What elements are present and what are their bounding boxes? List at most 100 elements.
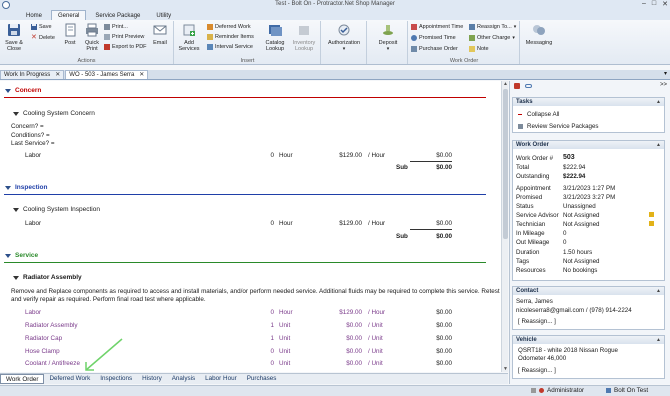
vehicle-header[interactable]: Vehicle ▲ xyxy=(513,336,664,344)
collapse-icon[interactable] xyxy=(5,88,11,93)
collapse-icon[interactable]: ▲ xyxy=(656,287,661,295)
collapse-icon[interactable] xyxy=(13,111,19,116)
deferred-work-button[interactable]: Deferred Work xyxy=(207,24,251,30)
concern-section-header[interactable]: Concern xyxy=(5,87,41,94)
link-icon[interactable] xyxy=(525,84,532,88)
reminder-icon xyxy=(207,34,213,40)
doc-tab-work-order[interactable]: WO - 503 - James Serra ✕ xyxy=(65,70,149,80)
scroll-down-icon[interactable]: ▼ xyxy=(503,366,508,372)
expand-panel-icon[interactable]: >> xyxy=(660,82,667,88)
service-line-name[interactable]: Labor xyxy=(25,309,41,316)
appointment-value[interactable]: 3/21/2023 1:27 PM xyxy=(563,185,615,192)
contact-reassign-link[interactable]: [ Reassign... ] xyxy=(518,318,556,325)
tab-list-dropdown-icon[interactable]: ▾ xyxy=(664,70,667,77)
flag-icon[interactable] xyxy=(649,221,654,226)
service-line-name[interactable]: Radiator Assembly xyxy=(25,322,78,329)
quick-print-button[interactable]: Quick Print xyxy=(81,23,103,52)
minimize-icon[interactable]: – xyxy=(642,0,646,8)
collapse-icon[interactable] xyxy=(5,253,11,258)
total-label: Total xyxy=(516,164,530,171)
tab-general[interactable]: General xyxy=(51,10,87,20)
status-value[interactable]: Unassigned xyxy=(563,203,596,210)
collapse-icon[interactable] xyxy=(13,207,19,212)
appointment-time-button[interactable]: Appointment Time xyxy=(411,24,463,30)
reminder-items-button[interactable]: Reminder Items xyxy=(207,34,254,40)
work-order-info-header[interactable]: Work Order ▲ xyxy=(513,141,664,149)
authorization-button[interactable]: Authorization ▾ xyxy=(325,23,363,52)
out-mileage-value[interactable]: 0 xyxy=(563,239,566,246)
collapse-icon[interactable]: ▲ xyxy=(656,336,661,344)
deposit-button[interactable]: Deposit ▾ xyxy=(375,23,401,52)
email-button[interactable]: Email xyxy=(149,23,171,46)
interval-service-button[interactable]: Interval Service xyxy=(207,44,253,50)
subtotal-rule xyxy=(410,161,452,162)
tab-home[interactable]: Home xyxy=(19,10,49,20)
vehicle-reassign-link[interactable]: [ Reassign... ] xyxy=(518,367,556,374)
tab-history[interactable]: History xyxy=(137,374,167,384)
resources-value[interactable]: No bookings xyxy=(563,267,597,274)
add-services-button[interactable]: Add Services xyxy=(178,23,200,52)
collapse-icon[interactable] xyxy=(13,275,19,280)
concern-sub-header[interactable]: Cooling System Concern xyxy=(13,110,95,117)
tab-labor-hour[interactable]: Labor Hour xyxy=(200,374,242,384)
lock-icon[interactable] xyxy=(514,83,520,89)
labor-line-qty: 0 xyxy=(270,220,274,227)
close-tab-icon[interactable]: ✕ xyxy=(55,71,60,80)
tab-purchases[interactable]: Purchases xyxy=(242,374,282,384)
promised-value[interactable]: 3/21/2023 3:27 PM xyxy=(563,194,615,201)
scroll-thumb[interactable] xyxy=(503,89,508,239)
service-line-unit: Unit xyxy=(279,360,291,367)
service-line-name[interactable]: Hose Clamp xyxy=(25,348,60,355)
scroll-up-icon[interactable]: ▲ xyxy=(503,81,508,87)
status-user[interactable]: Administrator xyxy=(531,387,584,394)
inspection-sub-header[interactable]: Cooling System Inspection xyxy=(13,206,100,213)
inspection-section-header[interactable]: Inspection xyxy=(5,184,48,191)
promised-time-button[interactable]: Promised Time xyxy=(411,35,456,41)
service-section-header[interactable]: Service xyxy=(5,252,38,259)
tab-deferred-work[interactable]: Deferred Work xyxy=(44,374,95,384)
close-icon[interactable]: ✕ xyxy=(662,0,668,8)
catalog-lookup-button[interactable]: Catalog Lookup xyxy=(263,23,287,52)
save-close-button[interactable]: Save & Close xyxy=(3,23,25,52)
purchase-order-button[interactable]: Purchase Order xyxy=(411,46,458,52)
tab-inspections[interactable]: Inspections xyxy=(95,374,137,384)
service-line-name[interactable]: Coolant / Antifreeze xyxy=(25,360,80,367)
maximize-icon[interactable]: □ xyxy=(652,0,656,8)
export-pdf-button[interactable]: Export to PDF xyxy=(104,44,147,50)
review-service-packages-link[interactable]: Review Service Packages xyxy=(518,123,599,130)
status-location[interactable]: Bolt On Test xyxy=(606,387,648,394)
collapse-icon[interactable] xyxy=(5,185,11,190)
save-button[interactable]: Save xyxy=(31,24,52,30)
service-advisor-value[interactable]: Not Assigned xyxy=(563,212,599,219)
service-sub-header[interactable]: Radiator Assembly xyxy=(13,274,82,281)
print-preview-button[interactable]: Print Preview xyxy=(104,34,144,40)
in-mileage-value[interactable]: 0 xyxy=(563,230,566,237)
tab-analysis[interactable]: Analysis xyxy=(167,374,200,384)
print-button[interactable]: Print... xyxy=(104,24,128,30)
main-scrollbar[interactable]: ▲ ▼ xyxy=(501,81,508,372)
close-tab-icon[interactable]: ✕ xyxy=(139,71,144,80)
other-charge-button[interactable]: Other Charge ▾ xyxy=(469,35,515,41)
post-button[interactable]: Post xyxy=(59,23,81,46)
tags-value[interactable]: Not Assigned xyxy=(563,258,599,265)
collapse-icon[interactable]: ▲ xyxy=(656,98,661,106)
delete-button[interactable]: ✕ Delete xyxy=(31,34,55,41)
tab-service-package[interactable]: Service Package xyxy=(88,10,147,20)
collapse-all-link[interactable]: Collapse All xyxy=(518,111,559,118)
flag-icon[interactable] xyxy=(649,212,654,217)
duration-value[interactable]: 1.50 hours xyxy=(563,249,592,256)
tab-work-order[interactable]: Work Order xyxy=(0,374,45,384)
inventory-lookup-button[interactable]: Inventory Lookup xyxy=(290,23,318,52)
reassign-to-button[interactable]: Reassign To... ▾ xyxy=(469,24,516,30)
note-button[interactable]: Note xyxy=(469,46,489,52)
contact-name: Serra, James xyxy=(516,298,553,305)
tasks-header[interactable]: Tasks ▲ xyxy=(513,98,664,106)
technician-value[interactable]: Not Assigned xyxy=(563,221,599,228)
collapse-icon[interactable]: ▲ xyxy=(656,141,661,149)
service-line-name[interactable]: Radiator Cap xyxy=(25,335,62,342)
messaging-button[interactable]: Messaging xyxy=(524,23,554,46)
tab-utility[interactable]: Utility xyxy=(149,10,178,20)
doc-tab-work-in-progress[interactable]: Work In Progress ✕ xyxy=(0,70,65,80)
contact-header[interactable]: Contact ▲ xyxy=(513,287,664,295)
outstanding-label: Outstanding xyxy=(516,173,550,180)
